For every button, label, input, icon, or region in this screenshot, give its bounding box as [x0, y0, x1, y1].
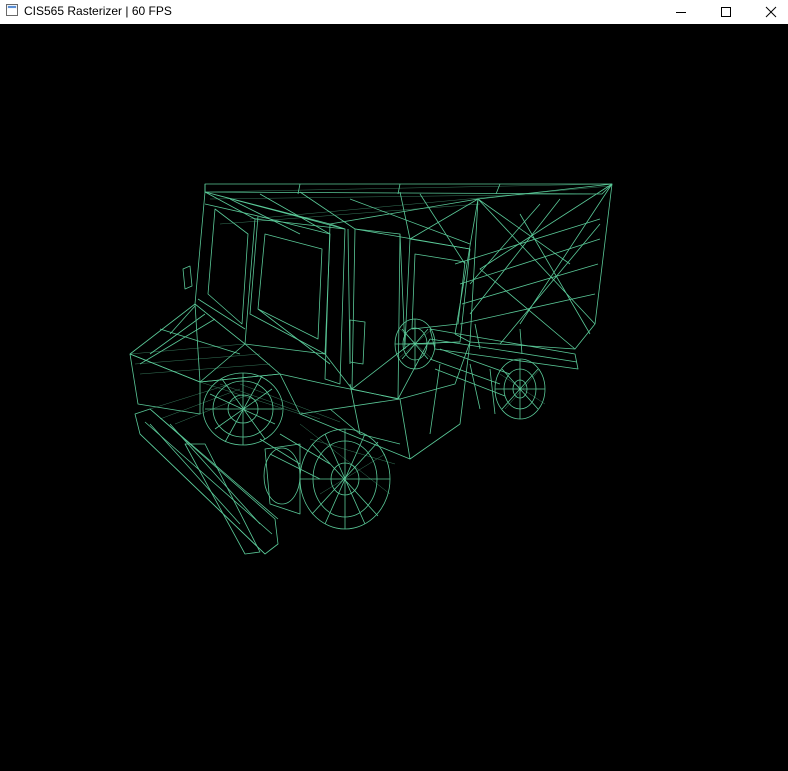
close-icon: [765, 6, 777, 18]
app-window-icon[interactable]: [6, 4, 18, 16]
wireframe-truck-render: [129, 183, 613, 555]
maximize-button[interactable]: [703, 0, 749, 24]
window-title: CIS565 Rasterizer | 60 FPS: [24, 4, 172, 18]
title-bar[interactable]: CIS565 Rasterizer | 60 FPS: [0, 0, 788, 24]
close-button[interactable]: [748, 0, 788, 24]
minimize-button[interactable]: [658, 0, 704, 24]
app-window: CIS565 Rasterizer | 60 FPS: [0, 0, 788, 771]
maximize-icon: [721, 7, 731, 17]
render-viewport[interactable]: [0, 24, 788, 771]
minimize-icon: [676, 12, 686, 13]
